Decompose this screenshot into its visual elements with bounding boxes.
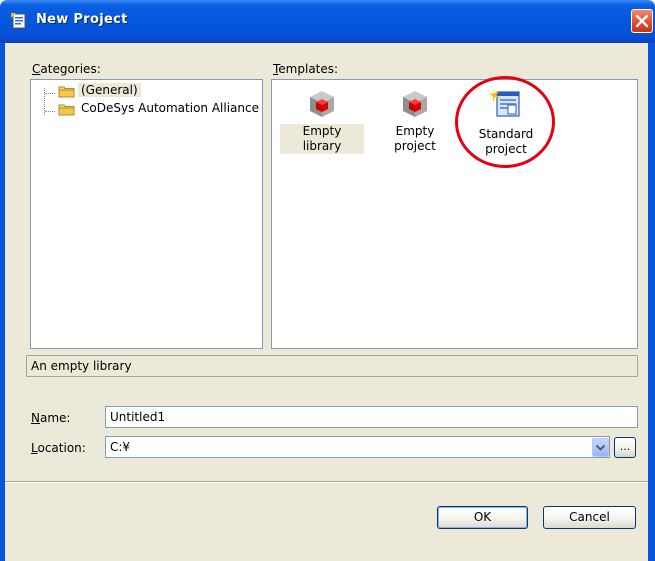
cancel-button-label: Cancel <box>569 510 610 524</box>
template-label: Empty library <box>280 124 364 154</box>
tree-guide-line <box>45 111 55 113</box>
folder-icon <box>58 86 75 98</box>
templates-label: Templates: <box>273 62 339 76</box>
close-button[interactable] <box>631 9 653 33</box>
template-empty-library[interactable]: Empty library <box>280 88 364 154</box>
tree-item-codesys-automation-alliance[interactable]: CoDeSys Automation Alliance <box>81 101 259 115</box>
dialog-separator <box>5 481 648 483</box>
tree-guide-line <box>45 93 55 95</box>
location-label: Location: <box>31 441 86 455</box>
name-input[interactable]: Untitled1 <box>105 406 638 428</box>
red-cube-icon <box>310 91 334 117</box>
ok-button-label: OK <box>473 510 492 524</box>
template-label: Empty project <box>394 124 436 153</box>
tree-item-label: (General) <box>81 83 138 97</box>
template-description: An empty library <box>26 355 638 377</box>
location-combobox[interactable]: C:¥ <box>105 436 610 458</box>
tree-item-general[interactable]: (General) <box>78 83 141 97</box>
location-input-value: C:¥ <box>110 440 131 454</box>
template-empty-project[interactable]: Empty project <box>370 88 460 154</box>
categories-label: Categories: <box>32 62 101 76</box>
window-frame-right <box>648 43 655 561</box>
highlight-circle-annotation <box>455 76 555 168</box>
chevron-down-icon <box>595 444 606 451</box>
name-input-value: Untitled1 <box>110 410 166 424</box>
ok-button[interactable]: OK <box>437 506 528 529</box>
name-label: Name: <box>31 411 71 425</box>
window-title: New Project <box>36 12 128 27</box>
browse-button-label: ... <box>619 440 631 453</box>
red-cube-icon <box>403 91 427 117</box>
location-dropdown-button[interactable] <box>592 438 609 457</box>
browse-location-button[interactable]: ... <box>614 437 636 458</box>
folder-icon <box>58 104 75 116</box>
description-text: An empty library <box>31 359 132 373</box>
new-project-dialog: New Project Categories: (General) CoDeSy… <box>0 0 655 561</box>
categories-tree[interactable]: (General) CoDeSys Automation Alliance <box>30 79 263 349</box>
new-project-icon <box>11 13 26 29</box>
title-bar[interactable]: New Project <box>0 0 655 43</box>
close-icon <box>635 14 649 28</box>
tree-item-label: CoDeSys Automation Alliance <box>81 101 259 115</box>
cancel-button[interactable]: Cancel <box>543 506 636 529</box>
